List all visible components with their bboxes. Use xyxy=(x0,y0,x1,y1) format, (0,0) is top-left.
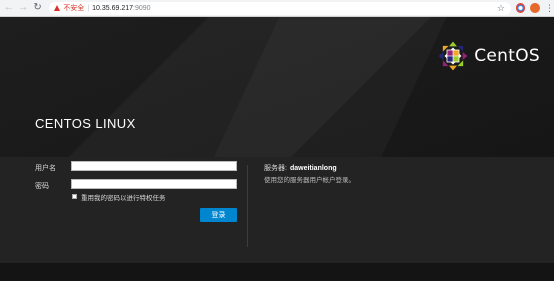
server-hint: 使用您的服务器用户帐户登录。 xyxy=(264,177,355,184)
os-title: CENTOS LINUX xyxy=(35,116,136,131)
warning-triangle-icon xyxy=(54,5,61,11)
back-arrow-icon[interactable]: ← xyxy=(3,2,14,14)
brand: CentOS xyxy=(437,40,540,72)
hero-banner: CentOS CENTOS LINUX xyxy=(0,17,554,157)
centos-logo-icon xyxy=(438,41,468,71)
login-page: CentOS CENTOS LINUX 用户名 密码 重用我的密码以进行特权任务… xyxy=(0,17,554,281)
page-footer xyxy=(0,263,554,281)
server-name: daweitianlong xyxy=(289,165,337,172)
server-info: 服务器: daweitianlong xyxy=(264,163,337,173)
insecure-label[interactable]: 不安全 xyxy=(63,3,84,13)
url-host: 10.35.69.217 xyxy=(92,4,134,12)
browser-toolbar: ← → ↻ 不安全 | 10.35.69.217:9090 ☆ ⋮ xyxy=(0,0,554,17)
username-label: 用户名 xyxy=(35,165,56,172)
username-field[interactable] xyxy=(71,161,237,171)
panel-divider xyxy=(247,165,248,247)
server-label: 服务器: xyxy=(264,165,287,172)
browser-menu-icon[interactable]: ⋮ xyxy=(545,3,554,13)
reload-icon[interactable]: ↻ xyxy=(32,2,43,14)
password-field[interactable] xyxy=(71,179,237,189)
password-label: 密码 xyxy=(35,183,49,190)
brand-name: CentOS xyxy=(474,46,540,66)
address-bar[interactable]: 不安全 | 10.35.69.217:9090 ☆ xyxy=(49,1,511,15)
reuse-password-label[interactable]: 重用我的密码以进行特权任务 xyxy=(81,192,166,202)
reuse-password-checkbox[interactable] xyxy=(72,194,77,199)
url-port: :9090 xyxy=(133,4,151,12)
omnibox-separator: | xyxy=(87,4,90,12)
login-button[interactable]: 登录 xyxy=(200,208,237,222)
forward-arrow-icon[interactable]: → xyxy=(17,2,28,14)
extension-icon[interactable] xyxy=(515,3,526,13)
login-panel: 用户名 密码 重用我的密码以进行特权任务 登录 服务器: daweitianlon… xyxy=(0,157,554,263)
profile-avatar-icon[interactable] xyxy=(530,3,540,13)
bookmark-star-icon[interactable]: ☆ xyxy=(497,3,505,14)
